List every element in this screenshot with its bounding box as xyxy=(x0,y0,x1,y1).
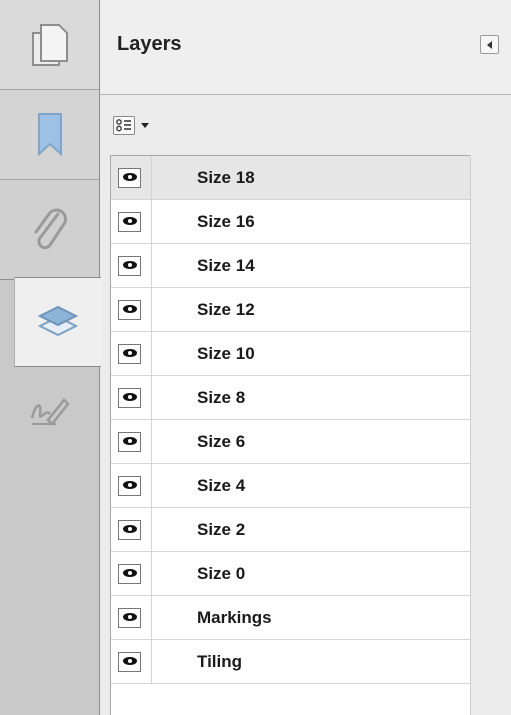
visibility-cell xyxy=(111,552,152,595)
eye-icon xyxy=(122,257,138,275)
eye-icon xyxy=(122,433,138,451)
layer-name: Size 12 xyxy=(197,300,255,319)
options-menu-button[interactable] xyxy=(113,116,149,135)
layer-row-size-10[interactable]: Size 10 xyxy=(111,332,470,376)
visibility-cell xyxy=(111,464,152,507)
eye-icon xyxy=(122,477,138,495)
signatures-tool-button[interactable] xyxy=(0,367,99,457)
visibility-toggle[interactable] xyxy=(118,564,141,584)
panel-title: Layers xyxy=(117,33,182,55)
paperclip-icon xyxy=(30,206,70,254)
visibility-cell xyxy=(111,640,152,683)
visibility-cell xyxy=(111,376,152,419)
visibility-cell xyxy=(111,596,152,639)
triangle-left-icon xyxy=(486,36,494,54)
scrollbar-track[interactable] xyxy=(470,155,511,715)
layer-row-markings[interactable]: Markings xyxy=(111,596,470,640)
layer-name: Size 16 xyxy=(197,212,255,231)
signature-icon xyxy=(28,394,72,430)
layer-list: Size 18 Size 16 Size 14 Size 12 Size 10 … xyxy=(110,155,470,715)
visibility-cell xyxy=(111,508,152,551)
layer-name: Size 8 xyxy=(197,388,246,407)
layer-row-size-0[interactable]: Size 0 xyxy=(111,552,470,596)
pages-icon xyxy=(29,21,71,69)
eye-icon xyxy=(122,213,138,231)
visibility-toggle[interactable] xyxy=(118,388,141,408)
visibility-toggle[interactable] xyxy=(118,344,141,364)
visibility-toggle[interactable] xyxy=(118,608,141,628)
eye-icon xyxy=(122,521,138,539)
navigation-toolstrip xyxy=(0,0,101,715)
layer-row-size-4[interactable]: Size 4 xyxy=(111,464,470,508)
eye-icon xyxy=(122,653,138,671)
visibility-cell xyxy=(111,244,152,287)
visibility-toggle[interactable] xyxy=(118,652,141,672)
layer-name: Tiling xyxy=(197,652,243,671)
bookmarks-tool-button[interactable] xyxy=(0,90,99,180)
pages-tool-button[interactable] xyxy=(0,0,99,90)
visibility-cell xyxy=(111,420,152,463)
visibility-toggle[interactable] xyxy=(118,168,141,188)
eye-icon xyxy=(122,609,138,627)
list-options-icon xyxy=(113,116,135,135)
eye-icon xyxy=(122,565,138,583)
collapse-panel-button[interactable] xyxy=(480,35,499,54)
layer-name: Size 0 xyxy=(197,564,246,583)
panel-header: Layers xyxy=(100,0,511,95)
visibility-toggle[interactable] xyxy=(118,300,141,320)
layer-name: Size 14 xyxy=(197,256,255,275)
layers-icon xyxy=(36,303,80,341)
visibility-toggle[interactable] xyxy=(118,432,141,452)
chevron-down-icon xyxy=(141,123,149,128)
app-window: Layers Size 18 Size 16 Size 14 Size 12 S… xyxy=(0,0,511,715)
bookmark-icon xyxy=(35,112,65,158)
layer-row-size-8[interactable]: Size 8 xyxy=(111,376,470,420)
layer-name: Size 6 xyxy=(197,432,246,451)
layer-row-tiling[interactable]: Tiling xyxy=(111,640,470,684)
layer-row-size-12[interactable]: Size 12 xyxy=(111,288,470,332)
visibility-toggle[interactable] xyxy=(118,212,141,232)
layer-name: Size 4 xyxy=(197,476,246,495)
visibility-cell xyxy=(111,332,152,375)
layer-name: Size 2 xyxy=(197,520,246,539)
eye-icon xyxy=(122,345,138,363)
layer-row-size-2[interactable]: Size 2 xyxy=(111,508,470,552)
layer-row-size-6[interactable]: Size 6 xyxy=(111,420,470,464)
visibility-cell xyxy=(111,200,152,243)
attachments-tool-button[interactable] xyxy=(0,180,99,280)
layer-row-size-18[interactable]: Size 18 xyxy=(111,156,470,200)
eye-icon xyxy=(122,169,138,187)
layer-row-size-16[interactable]: Size 16 xyxy=(111,200,470,244)
layers-panel: Layers Size 18 Size 16 Size 14 Size 12 S… xyxy=(100,0,511,715)
layer-name: Size 18 xyxy=(197,168,255,187)
visibility-cell xyxy=(111,156,152,199)
eye-icon xyxy=(122,389,138,407)
visibility-toggle[interactable] xyxy=(118,520,141,540)
layer-name: Size 10 xyxy=(197,344,255,363)
layer-name: Markings xyxy=(197,608,272,627)
visibility-toggle[interactable] xyxy=(118,256,141,276)
eye-icon xyxy=(122,301,138,319)
visibility-toggle[interactable] xyxy=(118,476,141,496)
layer-row-size-14[interactable]: Size 14 xyxy=(111,244,470,288)
layers-tool-button[interactable] xyxy=(14,277,101,367)
visibility-cell xyxy=(111,288,152,331)
